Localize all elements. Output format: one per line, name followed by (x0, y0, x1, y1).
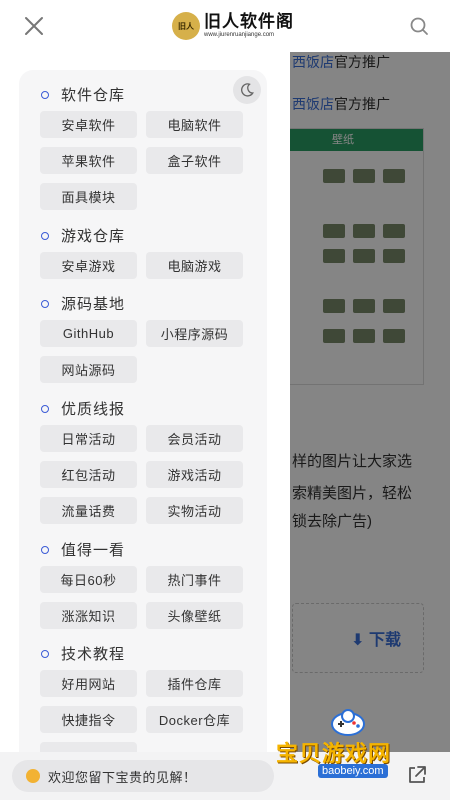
menu-item-useful-sites[interactable]: 好用网站 (40, 670, 137, 697)
menu-item-miniprogram-source[interactable]: 小程序源码 (146, 320, 243, 347)
menu-item-physical-events[interactable]: 实物活动 (146, 497, 243, 524)
bullet-icon (41, 231, 49, 240)
search-icon (410, 17, 428, 35)
logo-title: 旧人软件阁 (204, 12, 294, 31)
menu-item-pc-games[interactable]: 电脑游戏 (146, 252, 243, 279)
watermark-url: baobeiy.com (318, 764, 388, 778)
emoji-icon (26, 769, 40, 783)
menu-item-pc-software[interactable]: 电脑软件 (146, 111, 243, 138)
menu-item-shortcuts[interactable]: 快捷指令 (40, 706, 137, 733)
menu-item-plugin-repo[interactable]: 插件仓库 (146, 670, 243, 697)
section-title-games: 游戏仓库 (41, 225, 125, 246)
bullet-icon (41, 404, 49, 413)
top-header: 旧人 旧人软件阁 www.jiurenruanjiange.com (0, 0, 450, 52)
menu-item-daily-60s[interactable]: 每日60秒 (40, 566, 137, 593)
menu-item-game-events[interactable]: 游戏活动 (146, 461, 243, 488)
site-logo[interactable]: 旧人 旧人软件阁 www.jiurenruanjiange.com (172, 10, 294, 42)
menu-panel: 软件仓库 安卓软件 电脑软件 苹果软件 盒子软件 面具模块 游戏仓库 安卓游戏 … (19, 70, 267, 800)
menu-item-member-events[interactable]: 会员活动 (146, 425, 243, 452)
comment-placeholder: 欢迎您留下宝贵的见解！ (48, 769, 197, 785)
section-title-source: 源码基地 (41, 293, 125, 314)
bullet-icon (41, 545, 49, 554)
menu-item-data-topup[interactable]: 流量话费 (40, 497, 137, 524)
menu-item-github[interactable]: GithHub (40, 320, 137, 347)
menu-item-knowledge[interactable]: 涨涨知识 (40, 602, 137, 629)
menu-item-android-software[interactable]: 安卓软件 (40, 111, 137, 138)
section-title-deals: 优质线报 (41, 398, 125, 419)
menu-item-red-packet[interactable]: 红包活动 (40, 461, 137, 488)
menu-item-android-games[interactable]: 安卓游戏 (40, 252, 137, 279)
logo-badge: 旧人 (172, 12, 200, 40)
bullet-icon (41, 90, 49, 99)
menu-item-docker-repo[interactable]: Docker仓库 (146, 706, 243, 733)
menu-item-hot-events[interactable]: 热门事件 (146, 566, 243, 593)
search-button[interactable] (408, 15, 430, 37)
dark-mode-toggle[interactable] (233, 76, 261, 104)
bullet-icon (41, 299, 49, 308)
logo-url: www.jiurenruanjiange.com (204, 32, 275, 38)
close-button[interactable] (22, 14, 46, 38)
close-icon (25, 17, 43, 35)
section-title-worth: 值得一看 (41, 539, 125, 560)
comment-input[interactable]: 欢迎您留下宝贵的见解！ (12, 760, 274, 792)
menu-item-avatar-wallpaper[interactable]: 头像壁纸 (146, 602, 243, 629)
gamepad-icon (331, 709, 365, 736)
bullet-icon (41, 649, 49, 658)
menu-item-magisk-modules[interactable]: 面具模块 (40, 183, 137, 210)
side-drawer: 软件仓库 安卓软件 电脑软件 苹果软件 盒子软件 面具模块 游戏仓库 安卓游戏 … (0, 52, 290, 800)
menu-item-box-software[interactable]: 盒子软件 (146, 147, 243, 174)
section-title-tutorials: 技术教程 (41, 643, 125, 664)
menu-item-daily-events[interactable]: 日常活动 (40, 425, 137, 452)
moon-icon (241, 83, 254, 97)
menu-item-apple-software[interactable]: 苹果软件 (40, 147, 137, 174)
watermark: 宝贝游戏网 baobeiy.com (272, 706, 432, 786)
menu-item-website-source[interactable]: 网站源码 (40, 356, 137, 383)
section-title-software: 软件仓库 (41, 84, 125, 105)
